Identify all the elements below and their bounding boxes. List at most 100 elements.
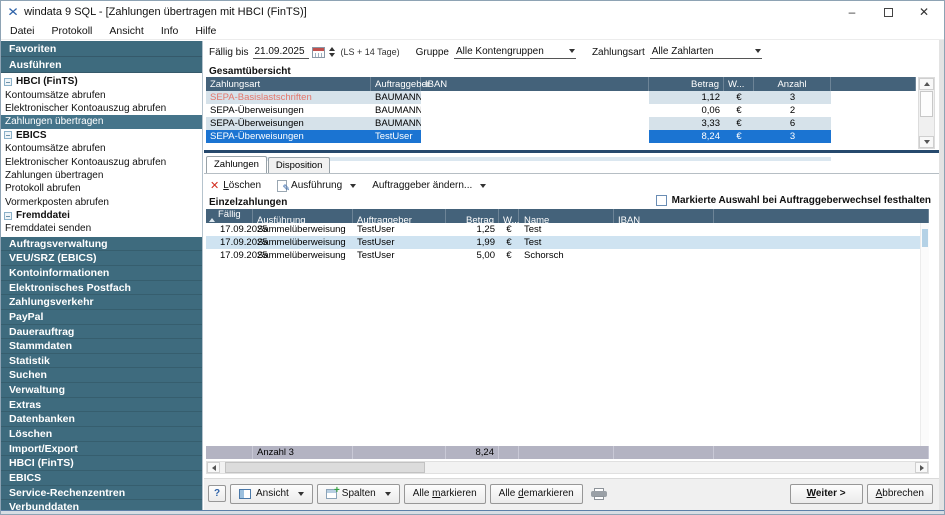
alle-markieren-button[interactable]: Alle markieren [404,484,486,504]
close-button[interactable]: ✕ [906,2,942,23]
tree-group-ebics[interactable]: EBICS [1,129,202,142]
sidebar-item-ebics[interactable]: EBICS [1,471,202,486]
scroll-thumb[interactable] [225,462,425,473]
alle-demarkieren-button[interactable]: Alle demarkieren [490,484,583,504]
calendar-icon[interactable] [312,47,325,58]
sidebar-item-datenbanken[interactable]: Datenbanken [1,412,202,427]
sidebar-item-veu-srz[interactable]: VEU/SRZ (EBICS) [1,251,202,266]
tree-group-label: Fremddatei [16,210,70,221]
tab-zahlungen[interactable]: Zahlungen [206,156,267,173]
scroll-right-button[interactable] [915,462,928,473]
chevron-down-icon [350,184,356,188]
keep-selection-checkbox[interactable] [656,195,667,206]
sidebar-item-import-export[interactable]: Import/Export [1,442,202,457]
sidebar-item-hbci-fints[interactable]: HBCI (FinTS) [1,456,202,471]
cell-faellig: 17.09.2025 [206,237,253,248]
collapse-icon[interactable] [4,78,12,86]
payments-scrollbar[interactable] [920,223,929,446]
overview-scrollbar[interactable] [918,77,935,149]
cell-filler [831,104,916,117]
col-iban[interactable]: IBAN [421,77,649,91]
tree-item-vormerkposten-abrufen[interactable]: Vormerkposten abrufen [1,196,202,209]
sidebar-item-postfach[interactable]: Elektronisches Postfach [1,281,202,296]
table-row[interactable]: SEPA-Basislastschriften BAUMANN 1,12 € 3 [206,91,916,104]
horizontal-scrollbar[interactable] [206,461,929,474]
sidebar-item-dauerauftrag[interactable]: Dauerauftrag [1,325,202,340]
table-row[interactable]: SEPA-Überweisungen BAUMANN 0,06 € 2 [206,104,916,117]
scroll-up-button[interactable] [919,78,934,90]
col-iban[interactable]: IBAN [614,209,714,231]
auftraggeber-aendern-button[interactable]: Auftraggeber ändern... [372,180,486,191]
sidebar-item-suchen[interactable]: Suchen [1,368,202,383]
table-row[interactable]: 17.09.2025 Sammelüberweisung TestUser 5,… [206,249,929,262]
sidebar-item-service-rechenzentren[interactable]: Service-Rechenzentren [1,486,202,501]
scroll-track[interactable] [220,462,915,473]
col-zahlungsart[interactable]: Zahlungsart [206,77,371,91]
ausfuehrung-button[interactable]: Ausführung [277,180,356,192]
pane-splitter[interactable] [204,150,939,153]
alle-markieren-label: Alle markieren [413,488,477,499]
sidebar-item-favoriten[interactable]: Favoriten [1,41,202,57]
abbrechen-button[interactable]: Abbrechen [867,484,933,504]
maximize-button[interactable] [870,2,906,23]
tree-group-label: EBICS [16,130,47,141]
help-button[interactable]: ? [208,485,226,502]
tree-group-fremddatei[interactable]: Fremddatei [1,209,202,222]
scroll-track[interactable] [919,90,934,136]
sidebar-item-loeschen[interactable]: Löschen [1,427,202,442]
collapse-icon[interactable] [4,131,12,139]
sidebar-item-ausfuehren[interactable]: Ausführen [1,57,202,73]
menu-ansicht[interactable]: Ansicht [109,25,143,37]
sidebar-item-zahlungsverkehr[interactable]: Zahlungsverkehr [1,295,202,310]
menu-datei[interactable]: Datei [10,25,35,37]
sidebar-item-paypal[interactable]: PayPal [1,310,202,325]
weiter-button[interactable]: Weiter > [790,484,863,504]
columns-plus-icon [326,489,337,499]
collapse-icon[interactable] [4,212,12,220]
col-waehrung[interactable]: W... [724,77,754,91]
spalten-button[interactable]: Spalten [317,484,400,504]
sidebar-item-kontoinformationen[interactable]: Kontoinformationen [1,266,202,281]
table-row-selected[interactable]: 17.09.2025 Sammelüberweisung TestUser 1,… [206,236,929,249]
cell-name: Test [519,237,614,248]
tree-item-kontoauszug-ebics[interactable]: Elektronischer Kontoauszug abrufen [1,155,202,168]
printer-icon[interactable] [591,488,607,500]
date-spinner[interactable] [329,47,335,57]
tree-item-kontoauszug-hbci[interactable]: Elektronischer Kontoauszug abrufen [1,102,202,115]
zahlungsart-dropdown[interactable]: Alle Zahlarten [650,46,762,59]
col-betrag[interactable]: Betrag [649,77,724,91]
delete-button[interactable]: ✕Löschen [210,179,261,192]
col-auftraggeber[interactable]: Auftraggeber [371,77,421,91]
tree-item-zahlungen-uebertragen-hbci[interactable]: Zahlungen übertragen [1,115,202,128]
chevron-down-icon [385,492,391,496]
tree-group-hbci[interactable]: HBCI (FinTS) [1,75,202,88]
tree-item-protokoll-abrufen[interactable]: Protokoll abrufen [1,182,202,195]
menu-info[interactable]: Info [161,25,179,37]
sidebar-item-auftragsverwaltung[interactable]: Auftragsverwaltung [1,237,202,252]
due-date-field[interactable]: 21.09.2025 [253,46,309,59]
tab-disposition[interactable]: Disposition [268,157,330,173]
tree-item-kontoumsaetze-hbci[interactable]: Kontoumsätze abrufen [1,88,202,101]
sidebar-item-extras[interactable]: Extras [1,398,202,413]
tree-item-fremddatei-senden[interactable]: Fremddatei senden [1,222,202,235]
zahlungsart-label: Zahlungsart [592,47,645,58]
tab-strip: Zahlungen Disposition [206,156,939,173]
col-anzahl[interactable]: Anzahl [754,77,831,91]
table-row[interactable]: SEPA-Überweisungen BAUMANN 3,33 € 6 [206,117,916,130]
scroll-thumb[interactable] [920,91,933,117]
sidebar-item-verwaltung[interactable]: Verwaltung [1,383,202,398]
minimize-button[interactable]: – [834,2,870,23]
tree-item-zahlungen-uebertragen-ebics[interactable]: Zahlungen übertragen [1,169,202,182]
tree-item-kontoumsaetze-ebics[interactable]: Kontoumsätze abrufen [1,142,202,155]
ansicht-button[interactable]: Ansicht [230,484,313,504]
sidebar-item-statistik[interactable]: Statistik [1,354,202,369]
sidebar-item-stammdaten[interactable]: Stammdaten [1,339,202,354]
scroll-left-button[interactable] [207,462,220,473]
gruppe-dropdown[interactable]: Alle Kontengruppen [454,46,576,59]
scroll-down-button[interactable] [919,136,934,148]
scroll-thumb[interactable] [922,229,928,247]
table-row-selected[interactable]: SEPA-Überweisungen TestUser 8,24 € 3 [206,130,916,143]
menu-hilfe[interactable]: Hilfe [195,25,216,37]
menu-protokoll[interactable]: Protokoll [52,25,93,37]
sidebar-item-verbunddaten[interactable]: Verbunddaten [1,500,202,510]
